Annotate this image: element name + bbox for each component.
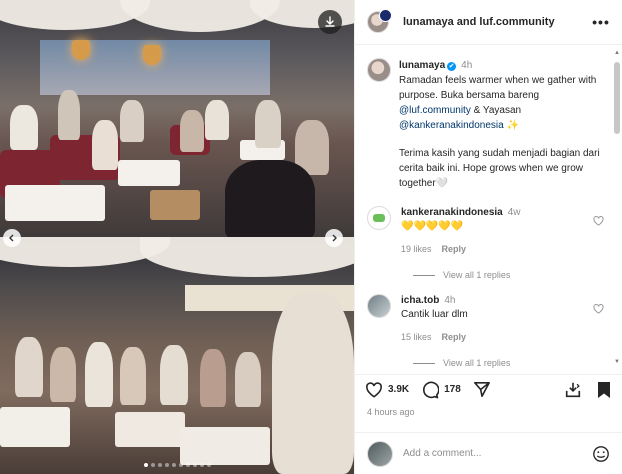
- comment-text: Cantik luar dlm: [401, 309, 468, 320]
- comment-username[interactable]: icha.tob: [401, 295, 439, 306]
- carousel-dots: [0, 463, 354, 467]
- comment-text: 💛💛💛💛💛: [401, 221, 464, 232]
- caption-text: & Yayasan: [470, 105, 522, 116]
- carousel-next-button[interactable]: [325, 229, 343, 247]
- avatar[interactable]: [367, 294, 391, 318]
- comment-username[interactable]: kankeranakindonesia: [401, 207, 503, 218]
- caption-time[interactable]: 4h: [461, 60, 472, 71]
- view-replies-button[interactable]: View all 1 replies: [413, 270, 510, 280]
- heart-icon: [366, 381, 382, 398]
- repost-icon[interactable]: [564, 381, 582, 399]
- avatar[interactable]: [367, 58, 391, 82]
- instagram-post: lunamaya and luf.community ••• lunamaya ✔…: [0, 0, 622, 474]
- comments-scroll-area[interactable]: lunamaya ✔ 4h Ramadan feels warmer when we…: [355, 46, 622, 370]
- comment-input[interactable]: [403, 448, 592, 459]
- comment-time: 4w: [507, 207, 521, 218]
- emoji-icon[interactable]: [592, 445, 610, 463]
- carousel-dot[interactable]: [143, 463, 148, 467]
- post-sidebar: lunamaya and luf.community ••• lunamaya ✔…: [354, 0, 622, 474]
- chevron-left-icon: [9, 234, 14, 242]
- add-comment-bar: [355, 432, 622, 474]
- like-button[interactable]: 3.9K: [365, 381, 409, 398]
- sparkle-emoji: ✨: [503, 120, 519, 131]
- scroll-up-arrow-icon[interactable]: ▲: [613, 50, 621, 56]
- comment-likes[interactable]: 15 likes: [401, 332, 432, 342]
- avatar[interactable]: [367, 206, 391, 230]
- event-photo-top: [0, 0, 354, 237]
- comment-likes[interactable]: 19 likes: [401, 244, 432, 254]
- carousel-dot[interactable]: [185, 463, 190, 467]
- carousel-dot[interactable]: [171, 463, 176, 467]
- scrollbar-thumb[interactable]: [614, 62, 620, 134]
- mention-link[interactable]: @kankeranakindonesia: [399, 120, 504, 131]
- download-icon: [325, 16, 335, 27]
- verified-badge-icon: ✔: [447, 62, 457, 71]
- mention-link[interactable]: @luf.community: [399, 105, 471, 116]
- scroll-down-arrow-icon[interactable]: ▼: [613, 359, 621, 365]
- share-button[interactable]: [473, 381, 496, 398]
- heart-icon[interactable]: [593, 304, 604, 314]
- author-avatars[interactable]: [367, 9, 395, 35]
- heart-icon[interactable]: [593, 216, 604, 226]
- comment-button[interactable]: 178: [421, 381, 461, 399]
- chevron-right-icon: [332, 234, 337, 242]
- comment-item: kankeranakindonesia 4w 💛💛💛💛💛 19 likes Repl…: [367, 206, 604, 256]
- download-button[interactable]: [318, 10, 342, 34]
- post-authors[interactable]: lunamaya and luf.community: [403, 16, 592, 28]
- view-replies-button[interactable]: View all 1 replies: [413, 358, 510, 368]
- view-replies-label: View all 1 replies: [443, 358, 511, 368]
- caption-username[interactable]: lunamaya: [399, 60, 445, 71]
- more-horizontal-icon[interactable]: •••: [592, 14, 610, 30]
- caption-text: Terima kasih yang sudah menjadi bagian d…: [399, 148, 600, 189]
- like-count[interactable]: 3.9K: [388, 384, 409, 395]
- reply-button[interactable]: Reply: [442, 332, 467, 342]
- bookmark-icon[interactable]: [596, 381, 612, 399]
- comment-count[interactable]: 178: [444, 384, 461, 395]
- carousel-prev-button[interactable]: [3, 229, 21, 247]
- posted-time[interactable]: 4 hours ago: [367, 407, 415, 417]
- event-photo-bottom: [0, 237, 354, 474]
- carousel-dot[interactable]: [192, 463, 197, 467]
- avatar: [367, 440, 393, 467]
- collab-avatar: [379, 9, 392, 22]
- post-caption: lunamaya ✔ 4h Ramadan feels warmer when we…: [355, 46, 622, 191]
- comment-time: 4h: [444, 295, 456, 306]
- comment-item: icha.tob 4h Cantik luar dlm 15 likes Reply: [367, 294, 604, 344]
- comment-bubble-icon: [423, 381, 440, 398]
- carousel-dot[interactable]: [157, 463, 162, 467]
- caption-text: Ramadan feels warmer when we gather with…: [399, 75, 597, 101]
- post-media[interactable]: [0, 0, 354, 474]
- carousel-dot[interactable]: [199, 463, 204, 467]
- carousel-dot[interactable]: [150, 463, 155, 467]
- carousel-dot[interactable]: [206, 463, 211, 467]
- post-actions: 3.9K 178: [355, 374, 622, 404]
- post-header: lunamaya and luf.community •••: [355, 0, 622, 45]
- carousel-dot[interactable]: [164, 463, 169, 467]
- carousel-dot[interactable]: [178, 463, 183, 467]
- send-icon: [473, 381, 490, 398]
- reply-button[interactable]: Reply: [442, 244, 467, 254]
- view-replies-label: View all 1 replies: [443, 270, 511, 280]
